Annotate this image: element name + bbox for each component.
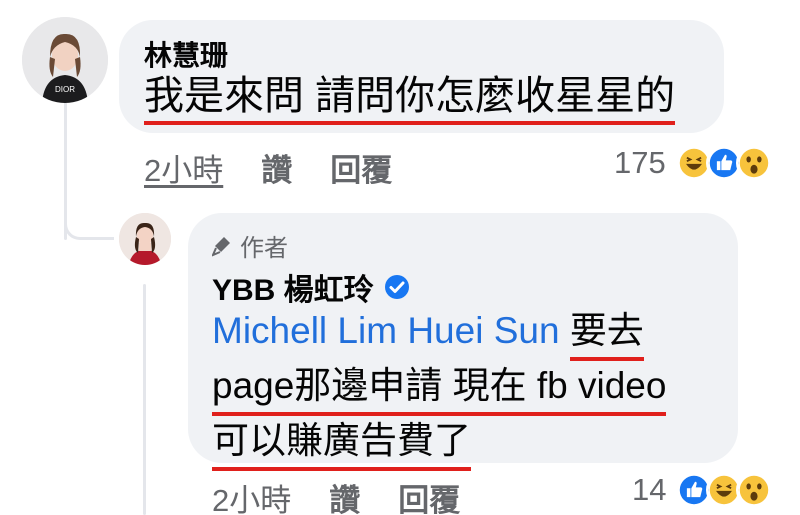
timestamp-link[interactable]: 2小時 [144, 145, 223, 190]
profile-photo [119, 213, 171, 265]
wow-icon [736, 472, 773, 508]
reply-author: YBB 楊虹玲 [212, 265, 410, 309]
avatar[interactable] [119, 213, 171, 265]
reply-button[interactable]: 回覆 [330, 145, 392, 190]
reply-author-name[interactable]: YBB 楊虹玲 [212, 265, 374, 309]
reply-text: Michell Lim Huei Sun 要去 page那邊申請 現在 fb v… [212, 306, 667, 471]
reaction-icons [675, 145, 772, 181]
profile-photo: DIOR [22, 17, 108, 103]
comment-text: 我是來問 請問你怎麼收星星的 [144, 72, 676, 125]
like-button[interactable]: 讚 [329, 475, 360, 515]
like-button[interactable]: 讚 [261, 145, 292, 190]
reply-text-line-2: page那邊申請 現在 fb video [212, 361, 667, 416]
comment-text-content: 我是來問 請問你怎麼收星星的 [144, 72, 676, 125]
verified-badge-icon [384, 275, 409, 299]
author-badge-label: 作者 [240, 235, 288, 262]
reply-text-segment: 可以賺廣告費了 [212, 416, 471, 471]
reply-thread-line [143, 284, 146, 515]
reaction-icons [676, 472, 773, 508]
reply-text-segment: page那邊申請 現在 fb video [212, 361, 667, 416]
reaction-count: 14 [632, 472, 667, 507]
thread-connector [64, 200, 114, 240]
comment-actions: 2小時 讚 回覆 [144, 145, 392, 190]
avatar[interactable]: DIOR [22, 17, 108, 103]
reply-text-line-1: Michell Lim Huei Sun 要去 [212, 306, 666, 361]
reactions-summary[interactable]: 175 [614, 145, 772, 181]
author-badge: 作者 [212, 228, 288, 263]
reply-text-segment: 要去 [569, 306, 644, 361]
timestamp-link[interactable]: 2小時 [212, 475, 291, 515]
wow-icon [735, 145, 772, 181]
microphone-icon [212, 236, 230, 257]
mention-link[interactable]: Michell Lim Huei Sun [212, 310, 560, 351]
reply-text-line-3: 可以賺廣告費了 [212, 416, 666, 471]
reactions-summary[interactable]: 14 [632, 472, 773, 508]
svg-text:DIOR: DIOR [55, 85, 75, 94]
reply-button[interactable]: 回覆 [398, 475, 460, 515]
reply-actions: 2小時 讚 回覆 [212, 475, 460, 515]
comment-author-name[interactable]: 林慧珊 [144, 34, 228, 74]
reaction-count: 175 [614, 145, 666, 180]
